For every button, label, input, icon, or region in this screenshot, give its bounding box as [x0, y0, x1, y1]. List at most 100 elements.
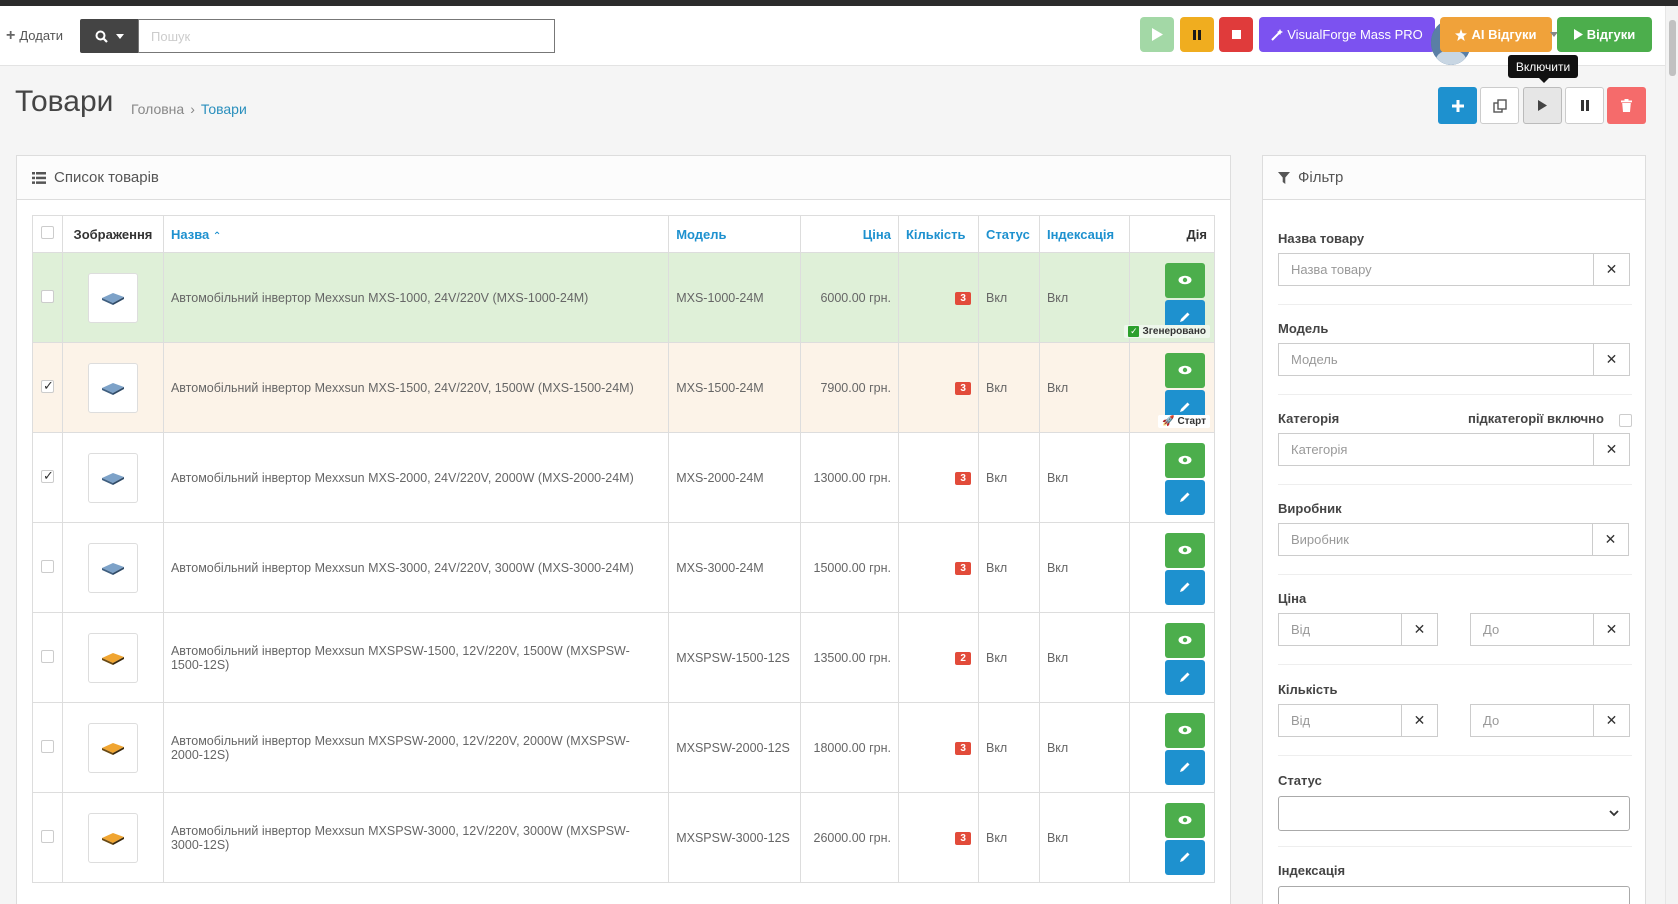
image-cell — [61, 432, 164, 523]
col-indexing-link[interactable]: Індексація — [1047, 227, 1114, 242]
filter-quantity-from-clear-button[interactable]: ✕ — [1402, 704, 1438, 737]
filter-subcategories-checkbox[interactable] — [1619, 414, 1632, 427]
col-price[interactable]: Ціна — [800, 215, 899, 253]
col-quantity-link[interactable]: Кількість — [906, 227, 966, 242]
row-checkbox[interactable] — [40, 739, 54, 753]
filter-title: Фільтр — [1298, 169, 1344, 186]
page-scrollbar[interactable] — [1665, 6, 1678, 904]
disable-button[interactable] — [1565, 87, 1604, 124]
quantity-cell: 3 — [898, 342, 979, 433]
product-thumbnail — [101, 292, 124, 305]
edit-button[interactable] — [1164, 749, 1205, 785]
filter-quantity-to-input[interactable] — [1470, 704, 1594, 737]
filter-indexing-select[interactable] — [1278, 886, 1630, 904]
row-checkbox[interactable] — [40, 829, 54, 843]
view-button[interactable] — [1164, 712, 1205, 748]
col-model-link[interactable]: Модель — [676, 227, 726, 242]
row-checkbox[interactable] — [40, 289, 54, 303]
delete-button[interactable] — [1607, 87, 1646, 124]
image-cell — [61, 702, 164, 793]
product-price: 13000.00 грн. — [800, 432, 899, 523]
start-badge[interactable]: 🚀 Старт — [1157, 415, 1210, 428]
product-thumbnail — [101, 472, 124, 485]
edit-button[interactable] — [1164, 659, 1205, 695]
eye-icon — [1178, 365, 1192, 375]
filter-price-from-input[interactable] — [1278, 613, 1402, 646]
breadcrumb-home[interactable]: Головна — [131, 101, 184, 117]
stop-button[interactable] — [1219, 17, 1253, 52]
col-name[interactable]: Назва ⌃ — [162, 215, 670, 253]
col-status[interactable]: Статус — [977, 215, 1040, 253]
add-link[interactable]: + Додати — [6, 27, 63, 44]
ai-reviews-button[interactable]: AI Відгуки — [1440, 17, 1552, 52]
product-image — [87, 272, 138, 323]
list-icon — [32, 171, 46, 184]
filter-quantity-from-input[interactable] — [1278, 704, 1402, 737]
filter-model-clear-button[interactable]: ✕ — [1594, 343, 1630, 376]
product-list-title: Список товарів — [54, 169, 159, 186]
col-name-link[interactable]: Назва — [171, 227, 209, 242]
filter-category-clear-button[interactable]: ✕ — [1594, 433, 1630, 466]
col-price-link[interactable]: Ціна — [863, 227, 891, 242]
view-button[interactable] — [1164, 802, 1205, 838]
reviews-button[interactable]: Відгуки — [1557, 17, 1652, 52]
product-model: MXS-3000-24M — [668, 522, 802, 613]
filter-manufacturer-input[interactable] — [1278, 523, 1593, 556]
filter-status-select[interactable] — [1278, 796, 1630, 831]
filter-price-to-clear-button[interactable]: ✕ — [1594, 613, 1630, 646]
filter-name-input[interactable] — [1278, 253, 1594, 286]
product-image — [87, 722, 138, 773]
plus-icon: + — [6, 27, 16, 44]
edit-button[interactable] — [1164, 839, 1205, 875]
search-input[interactable] — [138, 19, 555, 53]
view-button[interactable] — [1164, 352, 1205, 388]
filter-manufacturer-clear-button[interactable]: ✕ — [1593, 523, 1629, 556]
row-checkbox[interactable] — [40, 378, 54, 394]
search-button[interactable] — [80, 19, 139, 53]
view-button[interactable] — [1164, 532, 1205, 568]
filter-divider — [1278, 484, 1632, 485]
edit-button[interactable] — [1164, 569, 1205, 605]
stop-icon — [1231, 30, 1241, 39]
quantity-badge: 2 — [955, 652, 971, 665]
product-indexing: Вкл — [1038, 702, 1130, 793]
star-icon — [1455, 28, 1468, 41]
filter-model-label: Модель — [1278, 321, 1329, 336]
play-button[interactable] — [1140, 17, 1174, 52]
select-all-checkbox[interactable] — [40, 226, 54, 239]
filter-model-input[interactable] — [1278, 343, 1594, 376]
col-quantity[interactable]: Кількість — [898, 215, 979, 253]
filter-price-to-input[interactable] — [1470, 613, 1594, 646]
trash-icon — [1621, 99, 1632, 112]
col-model[interactable]: Модель — [668, 215, 802, 253]
scrollbar-thumb[interactable] — [1669, 20, 1676, 76]
view-button[interactable] — [1164, 442, 1205, 478]
visualforge-button[interactable]: VisualForge Mass PRO — [1259, 17, 1435, 52]
row-checkbox[interactable] — [40, 468, 54, 484]
quantity-badge: 3 — [955, 742, 971, 755]
filter-quantity-to-clear-button[interactable]: ✕ — [1594, 704, 1630, 737]
quantity-badge: 3 — [955, 472, 971, 485]
enable-button[interactable] — [1523, 87, 1562, 124]
view-button[interactable] — [1164, 622, 1205, 658]
copy-button[interactable] — [1480, 87, 1519, 124]
add-product-button[interactable] — [1438, 87, 1477, 124]
row-checkbox[interactable] — [40, 649, 54, 663]
pause-button[interactable] — [1180, 17, 1214, 52]
image-cell — [61, 342, 164, 433]
product-name: Автомобільний інвертор Mexxsun MXS-1000,… — [162, 252, 670, 343]
row-checkbox[interactable] — [40, 559, 54, 573]
filter-divider — [1278, 394, 1632, 395]
col-status-link[interactable]: Статус — [986, 227, 1030, 242]
view-button[interactable] — [1164, 262, 1205, 298]
col-indexing[interactable]: Індексація — [1038, 215, 1130, 253]
edit-button[interactable] — [1164, 479, 1205, 515]
plus-icon — [1451, 99, 1464, 112]
breadcrumb-current[interactable]: Товари — [201, 101, 247, 117]
table-row: Автомобільний інвертор Mexxsun MXS-1500,… — [32, 342, 1216, 433]
filter-name-clear-button[interactable]: ✕ — [1594, 253, 1630, 286]
filter-category-input[interactable] — [1278, 433, 1594, 466]
filter-price-from-clear-button[interactable]: ✕ — [1402, 613, 1438, 646]
product-image — [87, 632, 138, 683]
close-icon: ✕ — [1605, 621, 1618, 637]
